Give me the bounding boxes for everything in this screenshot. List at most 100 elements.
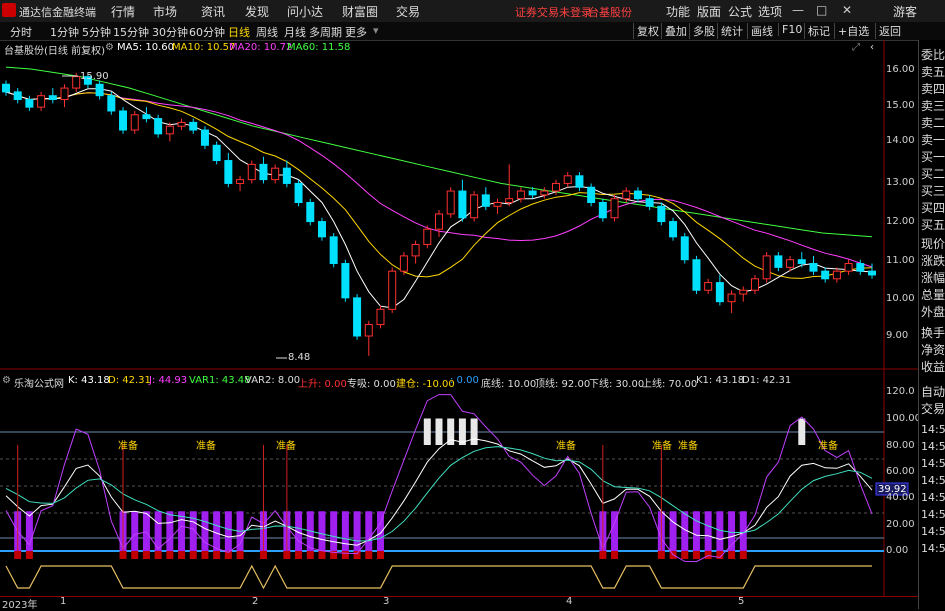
candle-body — [364, 324, 373, 337]
candle-body — [37, 95, 46, 108]
candle-body — [680, 236, 689, 261]
auto-trade-1[interactable]: 自动 — [921, 385, 945, 399]
ind-axis-label: 60.00 — [886, 466, 915, 477]
btn-add-watchlist[interactable]: +自选 — [834, 23, 872, 39]
btn-duogu[interactable]: 多股 — [689, 23, 718, 39]
panel-weibi: 委比 — [921, 48, 945, 62]
price-axis-label: 9.00 — [886, 330, 909, 341]
menu-shichang[interactable]: 市场 — [153, 3, 177, 20]
menu-hangqing[interactable]: 行情 — [111, 3, 135, 20]
menu-jiaoyi[interactable]: 交易 — [396, 3, 420, 20]
more-dropdown-icon[interactable]: ▾ — [373, 24, 379, 37]
menu-banmian[interactable]: 版面 — [697, 3, 721, 20]
candle-body — [739, 289, 748, 295]
tab-monthly[interactable]: 月线 — [284, 24, 306, 40]
menu-xuanxiang[interactable]: 选项 — [758, 3, 782, 20]
candle-body — [809, 263, 818, 272]
tab-1min[interactable]: 1分钟 — [50, 24, 79, 40]
tab-15min[interactable]: 15分钟 — [113, 24, 149, 40]
candle-body — [797, 259, 806, 265]
ind-upper: 上线: 70.00 — [642, 379, 698, 390]
candle-body — [657, 205, 666, 223]
menu-gongshi[interactable]: 公式 — [728, 3, 752, 20]
candle-body — [786, 259, 795, 268]
btn-tongji[interactable]: 统计 — [717, 23, 746, 39]
build-signal-bar — [318, 551, 326, 559]
menu-gongneng[interactable]: 功能 — [666, 3, 690, 20]
tick-time: 14:56 — [921, 474, 945, 487]
expand-icon[interactable]: ⤢ — [852, 42, 860, 53]
menu-caifuquan[interactable]: 财富圈 — [342, 3, 378, 20]
panel-buy1: 买一 — [921, 150, 945, 164]
tick-time: 14:56 — [921, 440, 945, 453]
build-signal-bar — [201, 551, 209, 559]
build-signal-bar — [236, 551, 244, 559]
candle-body — [72, 76, 81, 89]
panel-sell5: 卖五 — [921, 65, 945, 79]
indicator-name[interactable]: 乐淘公式网 — [14, 375, 64, 390]
login-notice[interactable]: 证券交易未登录 — [515, 4, 592, 20]
build-signal-bar — [341, 551, 349, 559]
minimize-icon[interactable]: — — [792, 3, 804, 17]
menu-faxian[interactable]: 发现 — [245, 3, 269, 20]
candle-body — [154, 118, 163, 135]
candle-body — [60, 87, 69, 101]
close-icon[interactable]: ✕ — [842, 3, 852, 17]
candle-body — [282, 167, 291, 184]
price-axis-label: 16.00 — [886, 64, 915, 75]
panel-sell3: 卖三 — [921, 99, 945, 113]
btn-diejia[interactable]: 叠加 — [661, 23, 690, 39]
buy-signal-bar — [365, 511, 373, 551]
top-signal-bar — [435, 418, 443, 445]
tab-fenshi[interactable]: 分时 — [10, 24, 32, 40]
candle-body — [493, 202, 502, 207]
settings-icon[interactable]: ⚙ — [105, 42, 114, 53]
prepare-label: 准备 — [678, 441, 698, 452]
menu-wenxiaoda[interactable]: 问小达 — [287, 3, 323, 20]
candle-body — [119, 110, 128, 131]
bottom-signal-line — [5, 564, 872, 590]
build-signal-bar — [353, 551, 361, 559]
candle-body — [388, 270, 397, 310]
auto-trade-2[interactable]: 交易 — [921, 402, 945, 416]
guest-label[interactable]: 游客 — [893, 3, 917, 20]
x-axis-month: 3 — [383, 596, 390, 607]
btn-f10[interactable]: F10 — [778, 23, 805, 36]
build-signal-bar — [189, 551, 197, 559]
build-signal-bar — [692, 551, 700, 559]
candle-body — [563, 175, 572, 184]
tab-60min[interactable]: 60分钟 — [189, 24, 225, 40]
panel-sell2: 卖二 — [921, 116, 945, 130]
collapse-icon[interactable]: ‹ — [870, 42, 874, 53]
ind-axis-label: 20.00 — [886, 519, 915, 530]
ind-k1: K1: 43.18 — [696, 375, 745, 386]
btn-biaoji[interactable]: 标记 — [804, 23, 833, 39]
chart-area[interactable] — [0, 40, 918, 596]
tab-more[interactable]: 更多 — [345, 24, 367, 40]
menu-zixun[interactable]: 资讯 — [201, 3, 225, 20]
tab-daily[interactable]: 日线 — [228, 24, 250, 40]
btn-fuquan[interactable]: 复权 — [633, 23, 662, 39]
tab-multi-period[interactable]: 多周期 — [309, 24, 342, 40]
candle-body — [856, 263, 865, 272]
build-signal-bar — [376, 551, 384, 559]
candle-body — [224, 160, 233, 184]
ind-settings-icon[interactable]: ⚙ — [2, 375, 11, 386]
tab-30min[interactable]: 30分钟 — [152, 24, 188, 40]
tab-5min[interactable]: 5分钟 — [82, 24, 111, 40]
btn-huaxian[interactable]: 画线 — [747, 23, 776, 39]
buy-signal-bar — [669, 511, 677, 551]
candle-body — [750, 278, 759, 291]
build-signal-bar — [283, 551, 291, 559]
maximize-icon[interactable]: □ — [816, 3, 827, 17]
ind-d1: D1: 42.31 — [742, 375, 792, 386]
candle-body — [774, 255, 783, 268]
candle-body — [107, 95, 116, 112]
ma5-value: MA5: 10.60 — [117, 42, 175, 53]
app-logo-icon — [2, 3, 16, 17]
tab-weekly[interactable]: 周线 — [256, 24, 278, 40]
ind-axis-label: 80.00 — [886, 440, 915, 451]
x-axis — [0, 596, 918, 610]
btn-back[interactable]: 返回 — [875, 23, 904, 39]
candle-body — [598, 202, 607, 219]
